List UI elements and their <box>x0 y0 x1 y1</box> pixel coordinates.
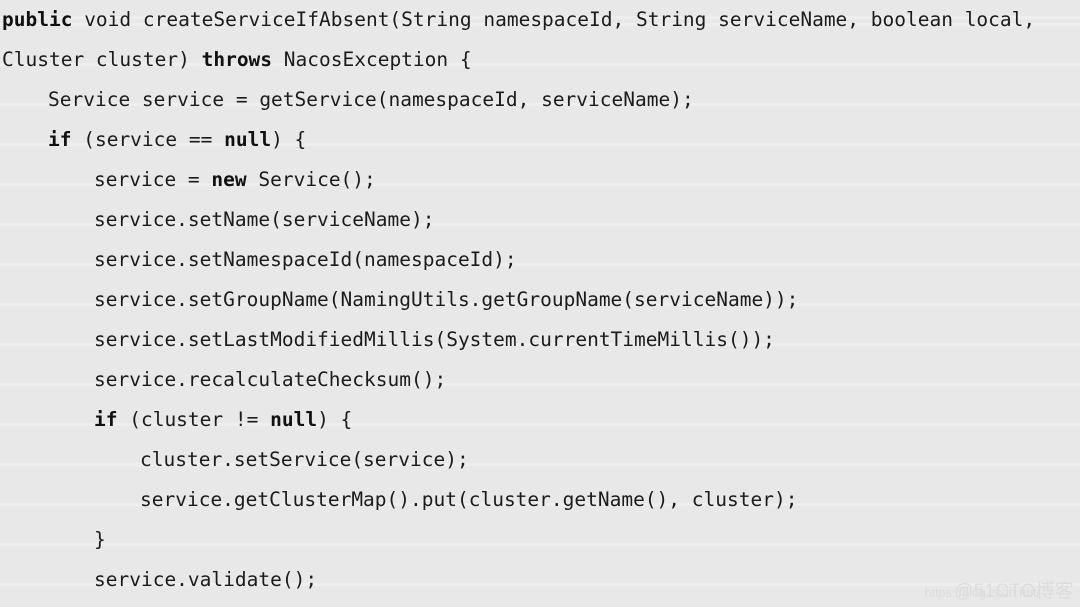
code-token: Cluster cluster) <box>2 48 202 71</box>
code-line: service.recalculateChecksum(); <box>0 360 1080 400</box>
code-line: service.setNamespaceId(namespaceId); <box>0 240 1080 280</box>
code-token: Service(); <box>246 168 376 191</box>
code-line: service = new Service(); <box>0 160 1080 200</box>
code-line: cluster.setService(service); <box>0 440 1080 480</box>
code-token: service.setName(serviceName); <box>94 208 435 231</box>
code-line: service.getClusterMap().put(cluster.getN… <box>0 480 1080 520</box>
code-token: NacosException { <box>272 48 472 71</box>
code-line: Cluster cluster) throws NacosException { <box>0 40 1080 80</box>
code-keyword: null <box>224 128 272 151</box>
code-keyword: null <box>270 408 318 431</box>
code-line: public void createServiceIfAbsent(String… <box>0 0 1080 40</box>
code-token: ) { <box>271 128 307 151</box>
code-line: } <box>0 520 1080 560</box>
code-line: Service service = getService(namespaceId… <box>0 80 1080 120</box>
code-token: service.setLastModifiedMillis(System.cur… <box>94 328 775 351</box>
code-token: service.validate(); <box>94 568 318 591</box>
code-line: if (cluster != null) { <box>0 400 1080 440</box>
code-line: if (service == null) { <box>0 120 1080 160</box>
code-token: service.setGroupName(NamingUtils.getGrou… <box>94 288 799 311</box>
code-line: service.setLastModifiedMillis(System.cur… <box>0 320 1080 360</box>
code-token: service.recalculateChecksum(); <box>94 368 447 391</box>
code-viewer: public void createServiceIfAbsent(String… <box>0 0 1080 607</box>
code-token: service.setNamespaceId(namespaceId); <box>94 248 517 271</box>
code-token: (cluster != <box>117 408 271 431</box>
code-keyword: new <box>211 168 247 191</box>
code-line: service.setGroupName(NamingUtils.getGrou… <box>0 280 1080 320</box>
code-block[interactable]: public void createServiceIfAbsent(String… <box>0 0 1080 600</box>
code-token: cluster.setService(service); <box>140 448 469 471</box>
code-line: service.setName(serviceName); <box>0 200 1080 240</box>
code-token: (service == <box>71 128 225 151</box>
code-keyword: public <box>2 8 73 31</box>
code-token: } <box>94 528 106 551</box>
code-token: Service service = getService(namespaceId… <box>48 88 694 111</box>
code-token: service = <box>94 168 212 191</box>
code-keyword: if <box>94 408 118 431</box>
code-token: service.getClusterMap().put(cluster.getN… <box>140 488 798 511</box>
code-keyword: throws <box>201 48 273 71</box>
code-token: ) { <box>317 408 353 431</box>
code-line: service.validate(); <box>0 560 1080 600</box>
code-token: void createServiceIfAbsent(String namesp… <box>72 8 1036 31</box>
code-keyword: if <box>48 128 72 151</box>
